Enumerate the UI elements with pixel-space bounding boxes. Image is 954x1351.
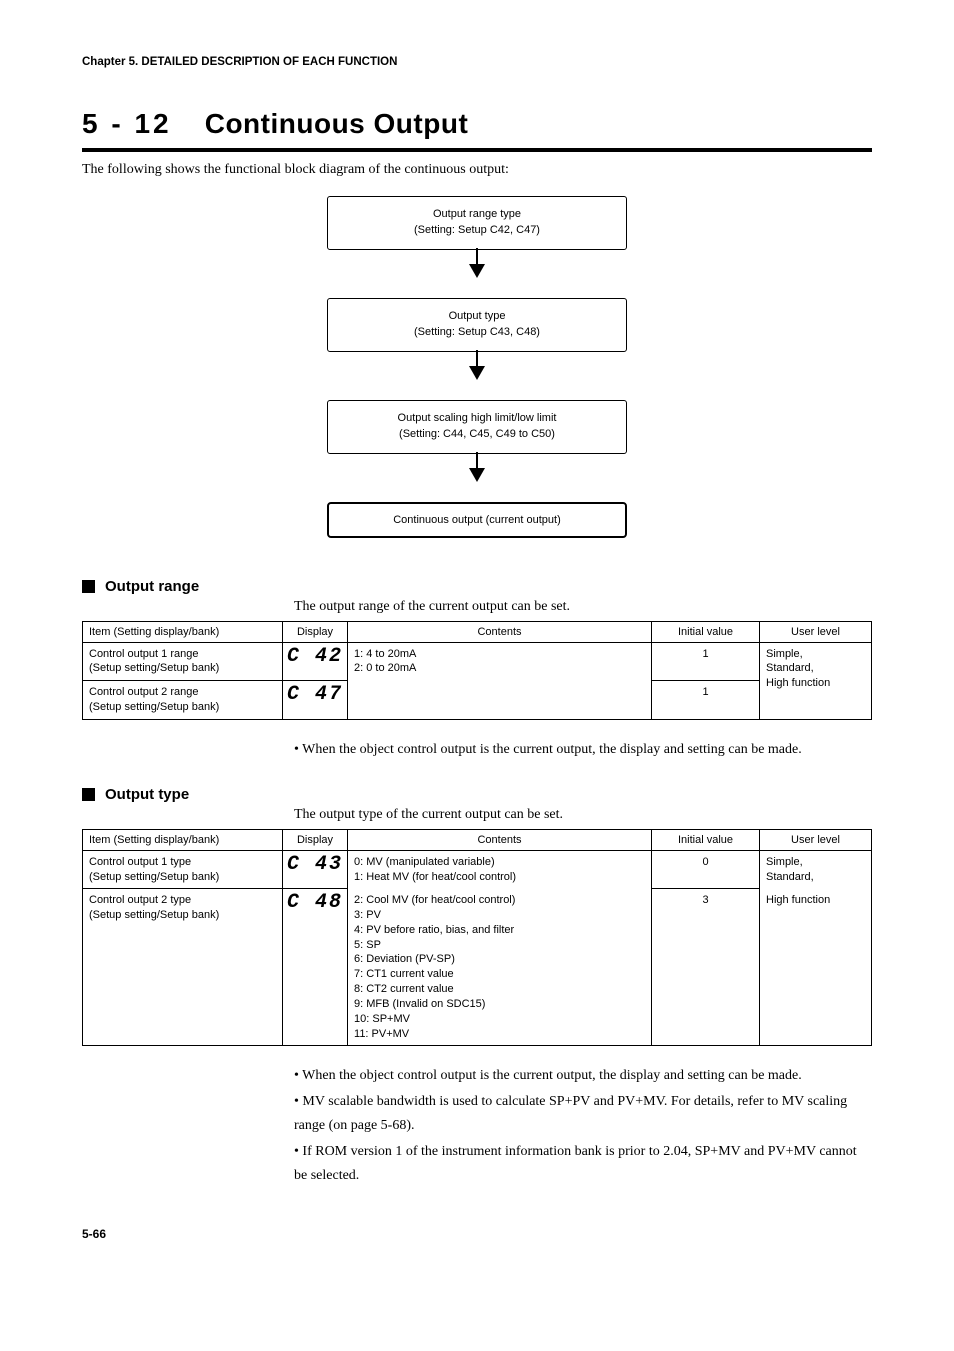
arrow-down-icon — [327, 454, 627, 502]
table-row: Control output 1 type (Setup setting/Set… — [83, 850, 872, 889]
diagram-text: Output type — [449, 310, 506, 322]
cell-initial: 0 — [652, 850, 760, 889]
th-item: Item (Setting display/bank) — [83, 829, 283, 850]
th-initial: Initial value — [652, 621, 760, 642]
th-initial: Initial value — [652, 829, 760, 850]
arrow-down-icon — [327, 250, 627, 298]
cell-text: (Setup setting/Setup bank) — [89, 701, 219, 713]
section-header-output-type: Output type — [82, 786, 872, 803]
section-header-output-range: Output range — [82, 578, 872, 595]
cell-text: (Setup setting/Setup bank) — [89, 909, 219, 921]
cell-text: 9: MFB (Invalid on SDC15) — [354, 998, 485, 1010]
table-header-row: Item (Setting display/bank) Display Cont… — [83, 621, 872, 642]
cell-initial: 1 — [652, 642, 760, 681]
diagram-text: (Setting: Setup C43, C48) — [414, 326, 540, 338]
cell-text: 10: SP+MV — [354, 1013, 410, 1025]
cell-initial: 3 — [652, 889, 760, 1046]
title-number: 5 - 12 — [82, 108, 172, 139]
cell-text: 5: SP — [354, 939, 381, 951]
title-text: Continuous Output — [205, 108, 469, 139]
cell-initial: 1 — [652, 681, 760, 720]
diagram-text: (Setting: Setup C42, C47) — [414, 224, 540, 236]
cell-text: 11: PV+MV — [354, 1028, 409, 1040]
cell-text: 7: CT1 current value — [354, 968, 454, 980]
cell-item: Control output 2 range (Setup setting/Se… — [83, 681, 283, 720]
section-title: Output range — [105, 578, 199, 595]
table-row: Control output 1 range (Setup setting/Se… — [83, 642, 872, 681]
section-intro: The output range of the current output c… — [294, 599, 872, 615]
block-diagram: Output range type (Setting: Setup C42, C… — [327, 196, 627, 538]
cell-text: Simple, — [766, 648, 803, 660]
cell-text: High function — [766, 677, 830, 689]
output-range-table: Item (Setting display/bank) Display Cont… — [82, 621, 872, 720]
cell-text: Standard, — [766, 662, 814, 674]
page-number: 5-66 — [82, 1227, 872, 1241]
seg-display: C 48 — [283, 889, 348, 1046]
section-notes: • When the object control output is the … — [294, 1064, 872, 1187]
square-bullet-icon — [82, 580, 95, 593]
cell-text: 8: CT2 current value — [354, 983, 454, 995]
diagram-box-continuous-output: Continuous output (current output) — [327, 502, 627, 538]
cell-text: 2: Cool MV (for heat/cool control) — [354, 894, 515, 906]
note-bullet: • If ROM version 1 of the instrument inf… — [294, 1140, 872, 1188]
cell-text: 1: 4 to 20mA — [354, 648, 416, 660]
cell-text: High function — [766, 894, 830, 906]
cell-text: Control output 1 range — [89, 648, 198, 660]
note-bullet: • When the object control output is the … — [294, 1064, 872, 1088]
cell-text: Simple, — [766, 856, 803, 868]
diagram-text: Output scaling high limit/low limit — [398, 412, 557, 424]
th-contents: Contents — [348, 621, 652, 642]
cell-text: 0: MV (manipulated variable) — [354, 856, 495, 868]
section-title: Output type — [105, 786, 189, 803]
intro-text: The following shows the functional block… — [82, 162, 872, 178]
cell-text: 1: Heat MV (for heat/cool control) — [354, 871, 516, 883]
square-bullet-icon — [82, 788, 95, 801]
note-bullet: • When the object control output is the … — [294, 738, 872, 762]
seg-display: C 47 — [283, 681, 348, 720]
seg-display: C 43 — [283, 850, 348, 889]
diagram-box-output-range-type: Output range type (Setting: Setup C42, C… — [327, 196, 627, 250]
cell-text: Control output 2 type — [89, 894, 191, 906]
th-item: Item (Setting display/bank) — [83, 621, 283, 642]
cell-text: Control output 2 range — [89, 686, 198, 698]
diagram-box-output-scaling: Output scaling high limit/low limit (Set… — [327, 400, 627, 454]
section-notes: • When the object control output is the … — [294, 738, 872, 762]
cell-contents: 2: Cool MV (for heat/cool control) 3: PV… — [348, 889, 652, 1046]
cell-text: Standard, — [766, 871, 814, 883]
note-bullet: • MV scalable bandwidth is used to calcu… — [294, 1090, 872, 1138]
diagram-text: Output range type — [433, 208, 521, 220]
cell-text: 4: PV before ratio, bias, and filter — [354, 924, 514, 936]
cell-text: (Setup setting/Setup bank) — [89, 871, 219, 883]
cell-text: 2: 0 to 20mA — [354, 662, 416, 674]
section-intro: The output type of the current output ca… — [294, 807, 872, 823]
th-display: Display — [283, 829, 348, 850]
diagram-text: Continuous output (current output) — [393, 514, 561, 526]
diagram-box-output-type: Output type (Setting: Setup C43, C48) — [327, 298, 627, 352]
diagram-text: (Setting: C44, C45, C49 to C50) — [399, 428, 555, 440]
table-row: Control output 2 type (Setup setting/Set… — [83, 889, 872, 1046]
th-display: Display — [283, 621, 348, 642]
title-rule — [82, 148, 872, 152]
cell-text: 6: Deviation (PV-SP) — [354, 953, 455, 965]
cell-contents: 0: MV (manipulated variable) 1: Heat MV … — [348, 850, 652, 889]
cell-item: Control output 1 range (Setup setting/Se… — [83, 642, 283, 681]
cell-item: Control output 1 type (Setup setting/Set… — [83, 850, 283, 889]
output-type-table: Item (Setting display/bank) Display Cont… — [82, 829, 872, 1047]
th-contents: Contents — [348, 829, 652, 850]
seg-display: C 42 — [283, 642, 348, 681]
chapter-header: Chapter 5. DETAILED DESCRIPTION OF EACH … — [82, 56, 872, 68]
arrow-down-icon — [327, 352, 627, 400]
cell-contents: 1: 4 to 20mA 2: 0 to 20mA — [348, 642, 652, 719]
cell-user: Simple, Standard, — [760, 850, 872, 889]
cell-text: 3: PV — [354, 909, 381, 921]
cell-text: (Setup setting/Setup bank) — [89, 662, 219, 674]
cell-text: Control output 1 type — [89, 856, 191, 868]
th-user: User level — [760, 829, 872, 850]
table-header-row: Item (Setting display/bank) Display Cont… — [83, 829, 872, 850]
th-user: User level — [760, 621, 872, 642]
cell-user: Simple, Standard, High function — [760, 642, 872, 719]
cell-item: Control output 2 type (Setup setting/Set… — [83, 889, 283, 1046]
cell-user: High function — [760, 889, 872, 1046]
page-title: 5 - 12 Continuous Output — [82, 108, 872, 140]
